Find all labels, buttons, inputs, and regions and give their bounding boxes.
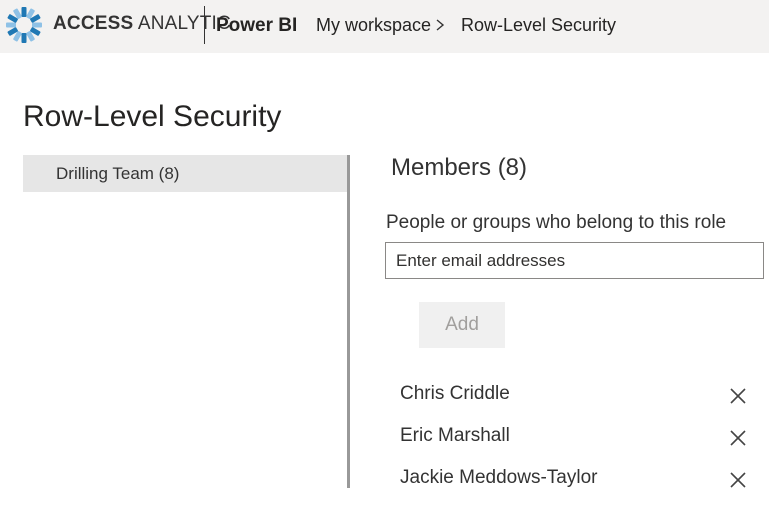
top-bar: ACCESS ANALYTIC Power BI My workspace Ro… [0, 0, 769, 53]
member-row: Eric Marshall [386, 423, 766, 463]
close-icon[interactable] [729, 387, 747, 405]
close-icon[interactable] [729, 429, 747, 447]
brand-name-bold: ACCESS [53, 13, 134, 34]
chevron-right-icon [436, 19, 445, 31]
breadcrumb-workspace[interactable]: My workspace [316, 15, 431, 36]
member-name: Jackie Meddows-Taylor [400, 467, 598, 488]
access-analytic-logo-icon[interactable] [5, 6, 43, 44]
member-name: Chris Criddle [400, 383, 510, 404]
product-name[interactable]: Power BI [216, 15, 297, 37]
members-title: Members (8) [391, 154, 528, 181]
member-row: Jackie Meddows-Taylor [386, 465, 766, 505]
page-title: Row-Level Security [23, 100, 282, 134]
members-field-label: People or groups who belong to this role [386, 212, 727, 233]
role-item-label: Drilling Team (8) [56, 164, 180, 183]
member-row: Chris Criddle [386, 381, 766, 421]
email-input[interactable] [385, 242, 764, 279]
add-button[interactable]: Add [419, 302, 505, 348]
close-icon[interactable] [729, 471, 747, 489]
roles-panel: Drilling Team (8) [23, 155, 348, 488]
header-divider [204, 6, 205, 44]
member-name: Eric Marshall [400, 425, 510, 446]
breadcrumb-current: Row-Level Security [461, 15, 617, 35]
role-item-drilling-team[interactable]: Drilling Team (8) [23, 155, 348, 192]
panel-divider [347, 155, 350, 488]
